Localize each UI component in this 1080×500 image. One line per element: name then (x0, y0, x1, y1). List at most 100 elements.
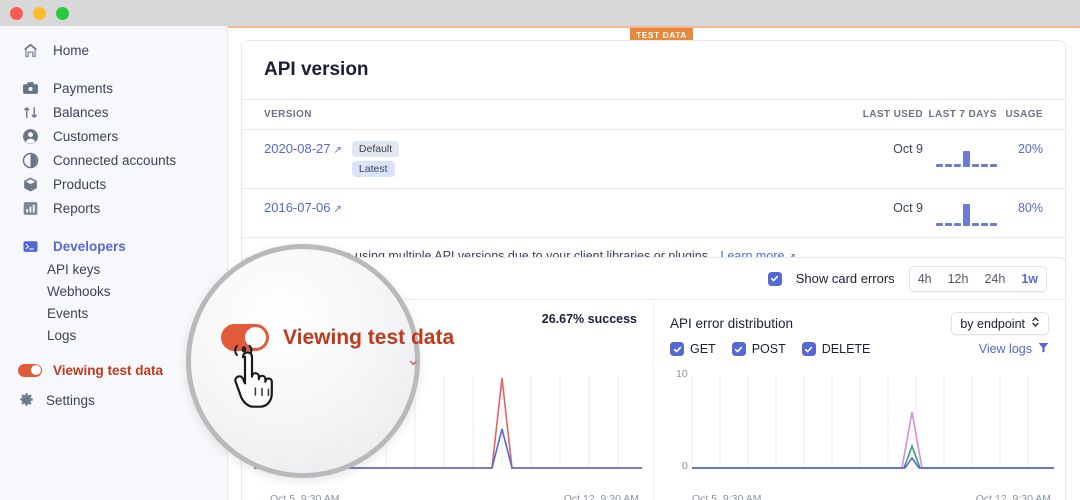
api-error-distribution-pane: API error distribution by endpoint GET P… (653, 300, 1065, 500)
version-link[interactable]: 2020-08-27 ↗ (264, 141, 342, 156)
balances-icon (22, 104, 39, 121)
x-axis-tick-start: Oct 5, 9:30 AM (270, 493, 340, 500)
filter-delete[interactable]: DELETE (801, 342, 871, 356)
api-error-distribution-title: API error distribution (670, 316, 794, 331)
window-controls (10, 7, 69, 20)
products-icon (22, 176, 39, 193)
reports-icon (22, 200, 39, 217)
external-link-icon: ↗ (333, 204, 342, 215)
range-option-4h[interactable]: 4h (910, 267, 940, 291)
toggle-switch-icon[interactable] (18, 363, 42, 377)
page-title: API version (264, 59, 369, 80)
column-header-version: VERSION (264, 109, 312, 120)
x-axis-tick-start: Oct 5, 9:30 AM (692, 493, 762, 500)
view-logs-link[interactable]: View logs (979, 342, 1049, 356)
x-axis-tick-end: Oct 12, 9:30 AM (975, 493, 1051, 500)
post-checkbox[interactable] (731, 342, 746, 356)
sidebar-item-label: Home (53, 42, 90, 58)
sidebar-subitem-label: Events (47, 305, 89, 321)
minimize-window-button[interactable] (33, 7, 46, 20)
sparkline-chart (936, 145, 997, 167)
tap-hand-cursor-icon (234, 344, 273, 408)
sidebar-item-label: Reports (53, 200, 101, 216)
column-header-usage: USAGE (1005, 109, 1043, 120)
filter-post[interactable]: POST (731, 342, 786, 356)
post-label: POST (751, 342, 786, 356)
group-by-select[interactable]: by endpoint (951, 312, 1049, 335)
show-card-errors-label[interactable]: Show card errors (796, 271, 895, 286)
sidebar-item-label: Customers (53, 128, 119, 144)
home-icon (22, 42, 39, 59)
sidebar-item-connected-accounts[interactable]: Connected accounts (0, 148, 227, 172)
sidebar: Home Payments Balances Customers Connect… (0, 26, 228, 500)
sidebar-item-balances[interactable]: Balances (0, 100, 227, 124)
show-card-errors-checkbox[interactable] (767, 271, 782, 286)
y-axis-tick-0: 0 (682, 460, 688, 472)
usage-cell: 80% (1017, 201, 1043, 215)
version-cell: 2020-08-27 ↗ Default Latest (264, 141, 845, 177)
filter-icon (1038, 342, 1049, 356)
developers-icon (22, 238, 39, 255)
magnifier-overlay: Viewing test data ⌄ (186, 244, 454, 478)
usage-cell: 20% (1017, 142, 1043, 156)
chevron-updown-icon (1031, 316, 1040, 331)
time-range-selector[interactable]: 4h 12h 24h 1w (908, 265, 1047, 292)
version-text: 2016-07-06 (264, 200, 331, 215)
range-option-1w[interactable]: 1w (1013, 267, 1046, 291)
external-link-icon: ↗ (333, 145, 342, 156)
range-option-24h[interactable]: 24h (976, 267, 1013, 291)
api-error-distribution-chart: 10 0 Oct 5, 9:30 AM Oct 12, 9:30 AM (654, 368, 1065, 500)
connected-accounts-icon (22, 152, 39, 169)
sidebar-item-home[interactable]: Home (0, 38, 227, 62)
x-axis-tick-end: Oct 12, 9:30 AM (563, 493, 639, 500)
delete-checkbox[interactable] (801, 342, 816, 356)
close-window-button[interactable] (10, 7, 23, 20)
sparkline-chart (936, 204, 997, 226)
api-version-card: API version VERSION LAST USED LAST 7 DAY… (241, 40, 1066, 275)
sidebar-item-label: Connected accounts (53, 152, 177, 168)
column-header-last-7-days: LAST 7 DAYS (928, 109, 997, 120)
sidebar-item-reports[interactable]: Reports (0, 196, 227, 220)
gridlines (691, 376, 1029, 468)
payments-icon (22, 80, 39, 97)
success-rate-label: 26.67% success (541, 312, 637, 326)
y-axis-tick-10: 10 (676, 368, 688, 380)
column-header-last-used: LAST USED (862, 109, 923, 120)
sidebar-subitem-api-keys[interactable]: API keys (0, 258, 227, 280)
version-link[interactable]: 2016-07-06 ↗ (264, 200, 342, 215)
sidebar-item-label: Developers (53, 238, 126, 254)
window-titlebar (0, 0, 1080, 26)
sidebar-item-products[interactable]: Products (0, 172, 227, 196)
status-badge: Default (351, 141, 400, 157)
sidebar-item-label: Balances (53, 104, 109, 120)
sidebar-subitem-label: API keys (47, 261, 101, 277)
api-error-distribution-plot-svg (691, 376, 1054, 469)
status-badge: Latest (351, 161, 395, 177)
zoom-window-button[interactable] (56, 7, 69, 20)
viewing-test-data-label: Viewing test data (53, 362, 164, 378)
get-checkbox[interactable] (670, 342, 684, 356)
magnified-toggle-label: Viewing test data (283, 325, 455, 349)
sidebar-item-developers[interactable]: Developers (0, 234, 227, 258)
gear-icon (18, 392, 35, 409)
range-option-12h[interactable]: 12h (940, 267, 977, 291)
sidebar-item-customers[interactable]: Customers (0, 124, 227, 148)
version-text: 2020-08-27 (264, 141, 331, 156)
customers-icon (22, 128, 39, 145)
filter-get[interactable]: GET (670, 342, 716, 356)
sidebar-item-payments[interactable]: Payments (0, 76, 227, 100)
view-logs-label: View logs (978, 342, 1032, 356)
api-error-distribution-header: API error distribution by endpoint (654, 300, 1065, 335)
sidebar-subitem-webhooks[interactable]: Webhooks (0, 280, 227, 302)
method-filters: GET POST DELETE View logs (654, 335, 1065, 356)
last-used-cell: Oct 9 (893, 142, 923, 156)
version-cell: 2016-07-06 ↗ (264, 200, 845, 215)
delete-label: DELETE (821, 342, 871, 356)
table-row: 2016-07-06 ↗ Oct 9 80% (242, 188, 1065, 237)
sidebar-item-label: Products (53, 176, 107, 192)
group-by-value: by endpoint (960, 316, 1025, 331)
sparkline-cell (923, 141, 997, 167)
table-row: 2020-08-27 ↗ Default Latest Oct 9 20% (242, 129, 1065, 188)
get-label: GET (690, 342, 716, 356)
